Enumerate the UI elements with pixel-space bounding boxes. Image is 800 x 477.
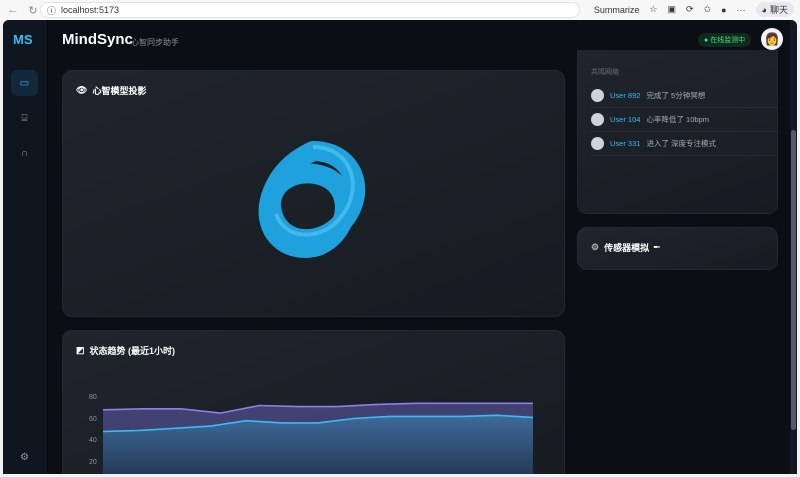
reload-icon[interactable]: ↻ [26,4,40,17]
summarize-button[interactable]: Summarize [594,5,640,15]
y-tick: 60 [89,416,97,423]
user-name[interactable]: User 892 [610,91,640,100]
user-avatar [591,89,604,102]
info-icon: ⓘ [47,5,57,16]
avatar[interactable]: 👩 [761,28,783,50]
sidebar-item-audio[interactable]: ∩ [11,140,38,166]
toggle-icon[interactable]: ╾ [654,242,659,253]
more-icon[interactable]: ··· [737,5,746,15]
chart-icon: ◩ [76,345,85,355]
collections-icon[interactable]: ▣ [668,4,677,15]
gear-icon: ⚙ [20,451,29,463]
list-item: User 104 心率降低了 10bpm [591,108,778,132]
sidebar: MS ▭ ⌸ ∩ ⚙ [3,20,46,474]
trend-card: ◩ 状态趋势 (最近1小时) 80 60 40 20 [62,330,565,474]
user-action: 进入了 深度专注模式 [646,139,717,148]
y-tick: 20 [89,459,97,466]
user-avatar [591,113,604,126]
user-action: 心率降低了 10bpm [646,115,709,124]
list-item: User 331 进入了 深度专注模式 [591,132,778,156]
y-tick: 80 [89,394,97,401]
torus-knot-model[interactable] [243,131,383,271]
app-window: MS ▭ ⌸ ∩ ⚙ MindSync 心智同步助手 ● 在线监测中 👩 👁 心智… [3,20,797,474]
list-item: User 892 完成了 5分钟冥想 [591,84,778,108]
extensions-icon[interactable]: ⟳ [686,4,694,15]
copilot-button[interactable]: ◕ 聊天 [755,2,794,17]
projection-card: 👁 心智模型投影 [62,70,565,317]
favorites-icon[interactable]: ✩ [704,4,712,15]
scrollbar-thumb[interactable] [791,130,796,430]
sidebar-item-sessions[interactable]: ⌸ [11,105,38,131]
status-text: 在线监测中 [710,37,746,44]
sensor-title: 传感器模拟 [604,243,650,253]
network-label: 共鸣网络 [591,69,619,76]
logo: MS [13,32,33,47]
star-icon[interactable]: ☆ [649,4,657,15]
browser-toolbar: ← ↻ ⓘ localhost:5173 Summarize ☆ ▣ ⟳ ✩ ● … [0,0,800,20]
monitor-icon: ▭ [19,77,30,89]
user-name[interactable]: User 331 [610,139,640,148]
network-card: 共鸣网络 User 892 完成了 5分钟冥想 User 104 心率降低了 10b… [577,50,778,214]
eye-icon: 👁 [76,85,88,95]
projection-title: 心智模型投影 [92,86,147,96]
scrollbar[interactable] [790,20,797,474]
y-tick: 40 [89,437,97,444]
copilot-icon: ◕ [761,4,767,15]
app-subtitle: 心智同步助手 [131,38,179,47]
app-title: MindSync [62,31,133,48]
user-name[interactable]: User 104 [610,115,640,124]
sensor-card: ⚙ 传感器模拟 ╾ [577,227,778,270]
chat-label: 聊天 [769,5,788,15]
headphones-icon: ∩ [20,147,29,159]
gear-icon: ⚙ [591,242,600,252]
user-action: 完成了 5分钟冥想 [646,91,706,100]
easel-icon: ⌸ [21,112,28,124]
user-avatar [591,137,604,150]
profile-icon[interactable]: ● [721,5,726,15]
status-badge: ● 在线监测中 [698,33,752,47]
url-text: localhost:5173 [61,5,120,15]
back-icon[interactable]: ← [6,4,20,16]
trend-chart [103,402,533,474]
sidebar-item-dashboard[interactable]: ▭ [11,70,38,96]
address-bar[interactable]: ⓘ localhost:5173 [40,2,580,18]
sidebar-item-settings[interactable]: ⚙ [11,444,38,470]
